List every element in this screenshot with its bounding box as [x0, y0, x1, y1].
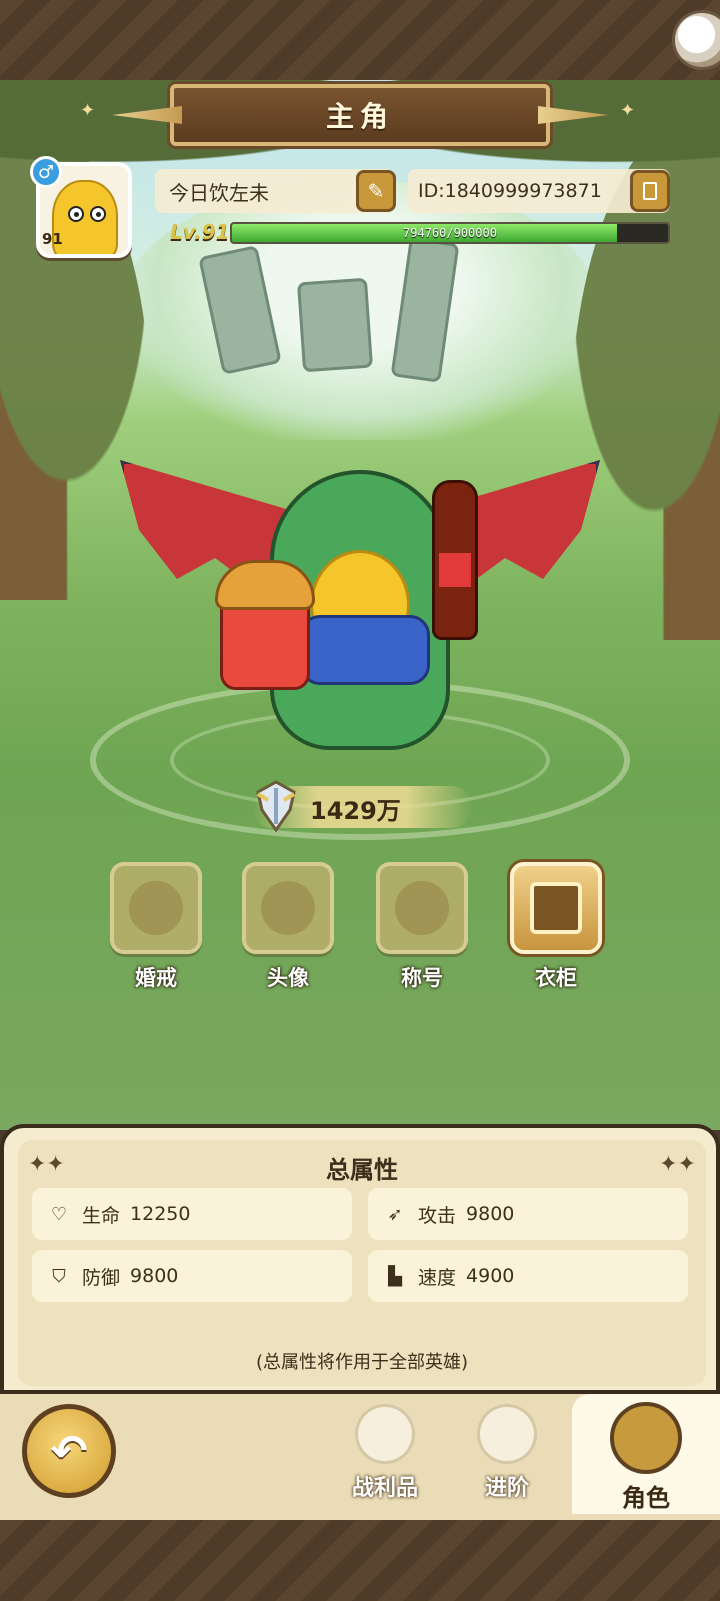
feature-wardrobe[interactable]: 衣柜 — [508, 862, 604, 992]
nav-label: 进阶 — [484, 1476, 529, 1501]
back-arrow-icon: ↶ — [50, 1425, 88, 1477]
sparkle-icon: ✦ — [80, 100, 96, 121]
wardrobe-icon — [510, 862, 602, 954]
heart-icon: ♡ — [50, 1203, 68, 1225]
back-button[interactable]: ↶ — [22, 1404, 116, 1498]
attack-icon: ➶ — [387, 1203, 403, 1225]
stats-inner: ✦✦ ✦✦ 总属性 ♡ 生命 12250 ➶ 攻击 9800 ⛉ 防御 9800… — [18, 1140, 706, 1386]
stat-label: 攻击 — [418, 1204, 457, 1227]
rock — [296, 277, 374, 373]
eye — [68, 206, 84, 222]
power-value: 1429万 — [310, 797, 401, 825]
stat-value: 12250 — [130, 1203, 191, 1225]
feature-ring[interactable]: 婚戒 — [108, 862, 204, 992]
feature-label: 头像 — [267, 966, 309, 990]
stat-hp: ♡ 生命 12250 — [32, 1188, 352, 1240]
copy-icon — [643, 182, 657, 200]
feature-label: 称号 — [401, 966, 443, 990]
page-title: 主角 — [325, 100, 394, 133]
stat-value: 9800 — [466, 1203, 515, 1225]
stats-title: 总属性 — [326, 1156, 398, 1184]
stats-note: (总属性将作用于全部英雄) — [255, 1352, 469, 1373]
nav-character[interactable]: 角色 — [572, 1394, 720, 1514]
loot-icon — [355, 1404, 415, 1464]
nav-advance[interactable]: 进阶 — [452, 1404, 562, 1504]
title-banner: 主角 — [170, 84, 550, 146]
nav-label: 角色 — [622, 1484, 670, 1512]
stat-label: 防御 — [82, 1266, 121, 1289]
feature-title[interactable]: 称号 — [374, 862, 470, 992]
power-icon — [256, 780, 296, 832]
stat-attack: ➶ 攻击 9800 — [368, 1188, 688, 1240]
level-label: Lv.91 — [170, 220, 230, 244]
sparkle-icon: ✦ — [620, 100, 636, 121]
gender-male-icon: ♂ — [30, 156, 62, 188]
stat-label: 生命 — [82, 1204, 121, 1227]
feature-label: 衣柜 — [535, 966, 577, 990]
xp-bar: 794760/900000 — [230, 222, 670, 244]
stat-speed: ▙ 速度 4900 — [368, 1250, 688, 1302]
stat-value: 4900 — [466, 1265, 515, 1287]
hero-character[interactable] — [120, 450, 600, 770]
edit-name-button[interactable]: ✎ — [356, 170, 396, 212]
avatar-frame-icon — [242, 862, 334, 954]
feature-label: 婚戒 — [135, 966, 177, 990]
shield-icon: ⛉ — [52, 1265, 66, 1287]
feature-avatar[interactable]: 头像 — [240, 862, 336, 992]
stat-label: 速度 — [418, 1266, 457, 1289]
crown-icon — [376, 862, 468, 954]
xp-text: 794760/900000 — [403, 226, 497, 240]
stat-value: 9800 — [130, 1265, 179, 1287]
top-border — [0, 0, 720, 80]
nav-label: 战利品 — [351, 1476, 418, 1501]
copy-id-button[interactable] — [630, 170, 670, 212]
avatar-level: 91 — [42, 230, 63, 248]
pencil-icon: ✎ — [367, 179, 385, 203]
ring-icon — [110, 862, 202, 954]
advance-icon — [477, 1404, 537, 1464]
total-stats-panel: ✦✦ ✦✦ 总属性 ♡ 生命 12250 ➶ 攻击 9800 ⛉ 防御 9800… — [0, 1124, 720, 1394]
nav-loot[interactable]: 战利品 — [330, 1404, 440, 1504]
boot-icon: ▙ — [388, 1265, 402, 1287]
cola-bottle — [432, 480, 478, 640]
character-icon — [610, 1402, 682, 1474]
bottom-border — [0, 1520, 720, 1601]
hero-shirt — [300, 615, 430, 685]
stat-defense: ⛉ 防御 9800 — [32, 1250, 352, 1302]
eye — [90, 206, 106, 222]
